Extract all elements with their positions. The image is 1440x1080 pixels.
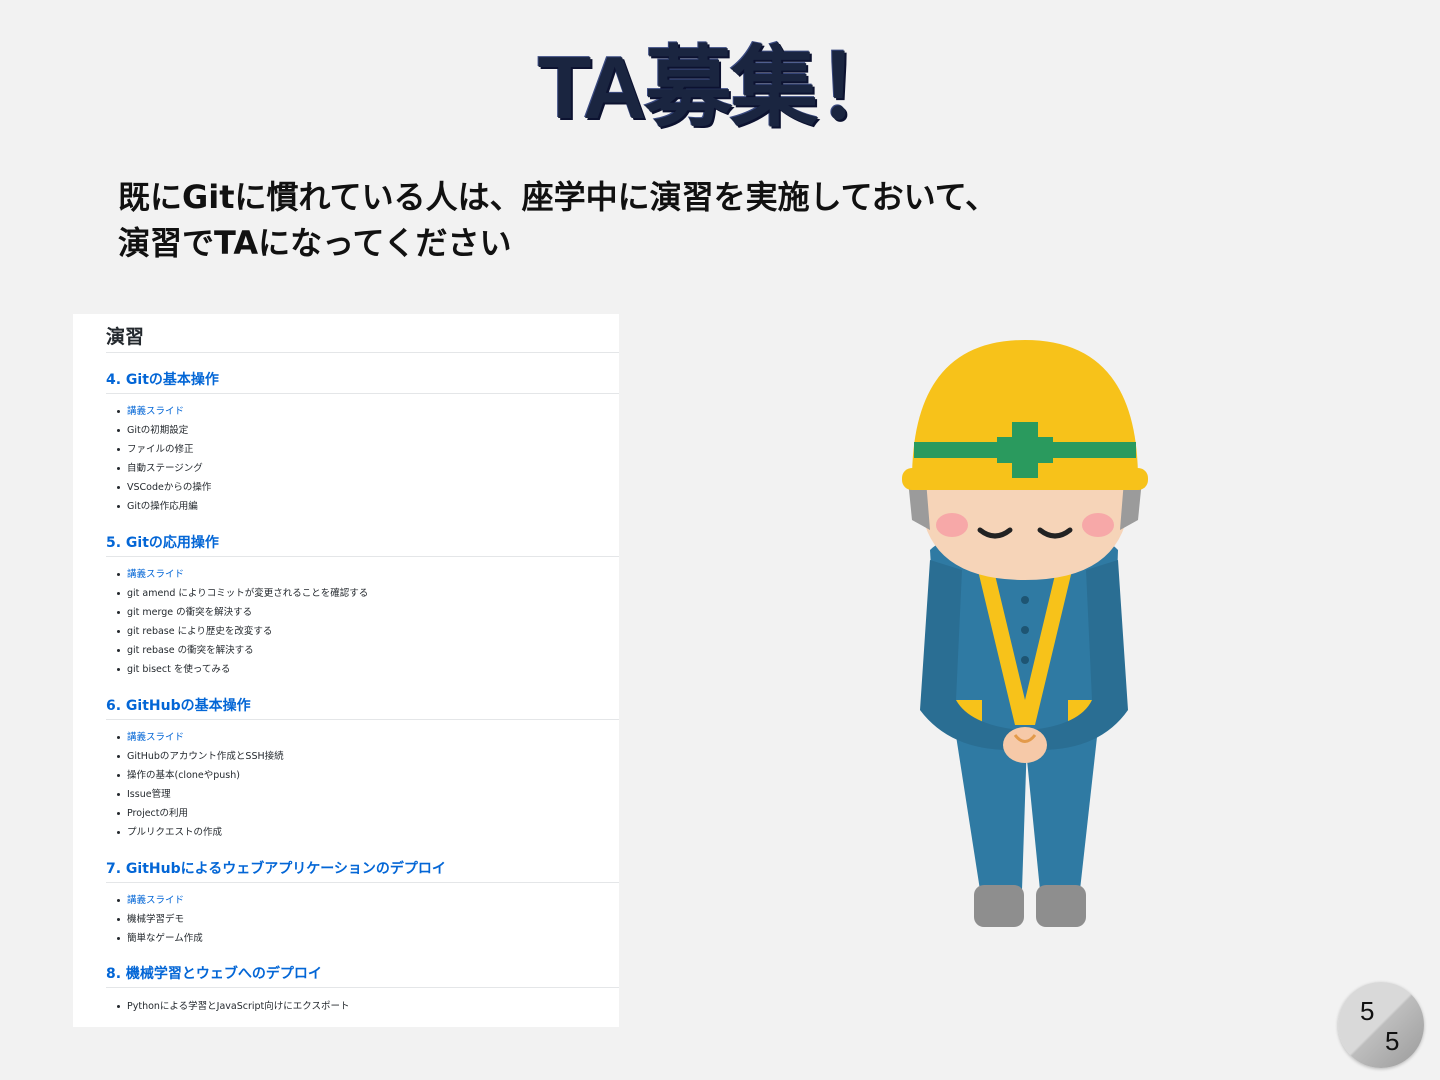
doc-heading: 演習 bbox=[106, 326, 145, 348]
list-item-link[interactable]: 講義スライド bbox=[117, 728, 284, 747]
section-items-5: 講義スライド git amend によりコミットが変更されることを確認する gi… bbox=[117, 565, 368, 680]
section-title-6[interactable]: 6. GitHubの基本操作 bbox=[106, 695, 251, 715]
section-title-8[interactable]: 8. 機械学習とウェブへのデプロイ bbox=[106, 963, 322, 983]
section-title-7[interactable]: 7. GitHubによるウェブアプリケーションのデプロイ bbox=[106, 858, 446, 878]
list-item: Gitの操作応用編 bbox=[117, 497, 211, 516]
section-items-4: 講義スライド Gitの初期設定 ファイルの修正 自動ステージング VSCodeか… bbox=[117, 402, 211, 517]
list-item-link[interactable]: 講義スライド bbox=[117, 891, 203, 910]
list-item: 自動ステージング bbox=[117, 459, 211, 478]
bowing-construction-worker-icon bbox=[902, 340, 1148, 927]
list-item: プルリクエストの作成 bbox=[117, 823, 284, 842]
section-title-4[interactable]: 4. Gitの基本操作 bbox=[106, 369, 219, 389]
slide-title: TA募集！ bbox=[537, 38, 905, 137]
subtitle-line-1: 既にGitに慣れている人は、座学中に演習を実施しておいて、 bbox=[118, 178, 998, 216]
exercise-list-screenshot: 演習 4. Gitの基本操作 講義スライド Gitの初期設定 ファイルの修正 自… bbox=[73, 314, 619, 1027]
subtitle-line-2: 演習でTAになってください bbox=[118, 224, 512, 262]
list-item: 機械学習デモ bbox=[117, 910, 203, 929]
list-item: git bisect を使ってみる bbox=[117, 660, 368, 679]
list-item: Issue管理 bbox=[117, 785, 284, 804]
list-item: git rebase の衝突を解決する bbox=[117, 641, 368, 660]
section-divider bbox=[106, 556, 619, 557]
list-item: git rebase により歴史を改変する bbox=[117, 622, 368, 641]
list-item: 操作の基本(cloneやpush) bbox=[117, 766, 284, 785]
list-item: GitHubのアカウント作成とSSH接続 bbox=[117, 747, 284, 766]
page-number-top: 5 bbox=[1360, 996, 1375, 1026]
section-items-6: 講義スライド GitHubのアカウント作成とSSH接続 操作の基本(cloneや… bbox=[117, 728, 284, 843]
section-divider bbox=[106, 719, 619, 720]
section-title-5[interactable]: 5. Gitの応用操作 bbox=[106, 532, 219, 552]
page-number-badge: 5 5 bbox=[1338, 982, 1424, 1068]
list-item: Projectの利用 bbox=[117, 804, 284, 823]
list-item-link[interactable]: 講義スライド bbox=[117, 402, 211, 421]
section-divider bbox=[106, 882, 619, 883]
list-item: VSCodeからの操作 bbox=[117, 478, 211, 497]
page-number-bottom: 5 bbox=[1385, 1026, 1400, 1056]
heading-divider bbox=[106, 352, 619, 353]
section-items-8: Pythonによる学習とJavaScript向けにエクスポート bbox=[117, 997, 349, 1016]
list-item: Pythonによる学習とJavaScript向けにエクスポート bbox=[117, 997, 349, 1016]
list-item: git amend によりコミットが変更されることを確認する bbox=[117, 584, 368, 603]
list-item-link[interactable]: 講義スライド bbox=[117, 565, 368, 584]
section-divider bbox=[106, 987, 619, 988]
list-item: ファイルの修正 bbox=[117, 440, 211, 459]
slide-subtitle: 既にGitに慣れている人は、座学中に演習を実施しておいて、 演習でTAになってく… bbox=[118, 174, 1218, 266]
list-item: git merge の衝突を解決する bbox=[117, 603, 368, 622]
list-item: 簡単なゲーム作成 bbox=[117, 929, 203, 948]
section-divider bbox=[106, 393, 619, 394]
list-item: Gitの初期設定 bbox=[117, 421, 211, 440]
section-items-7: 講義スライド 機械学習デモ 簡単なゲーム作成 bbox=[117, 891, 203, 948]
